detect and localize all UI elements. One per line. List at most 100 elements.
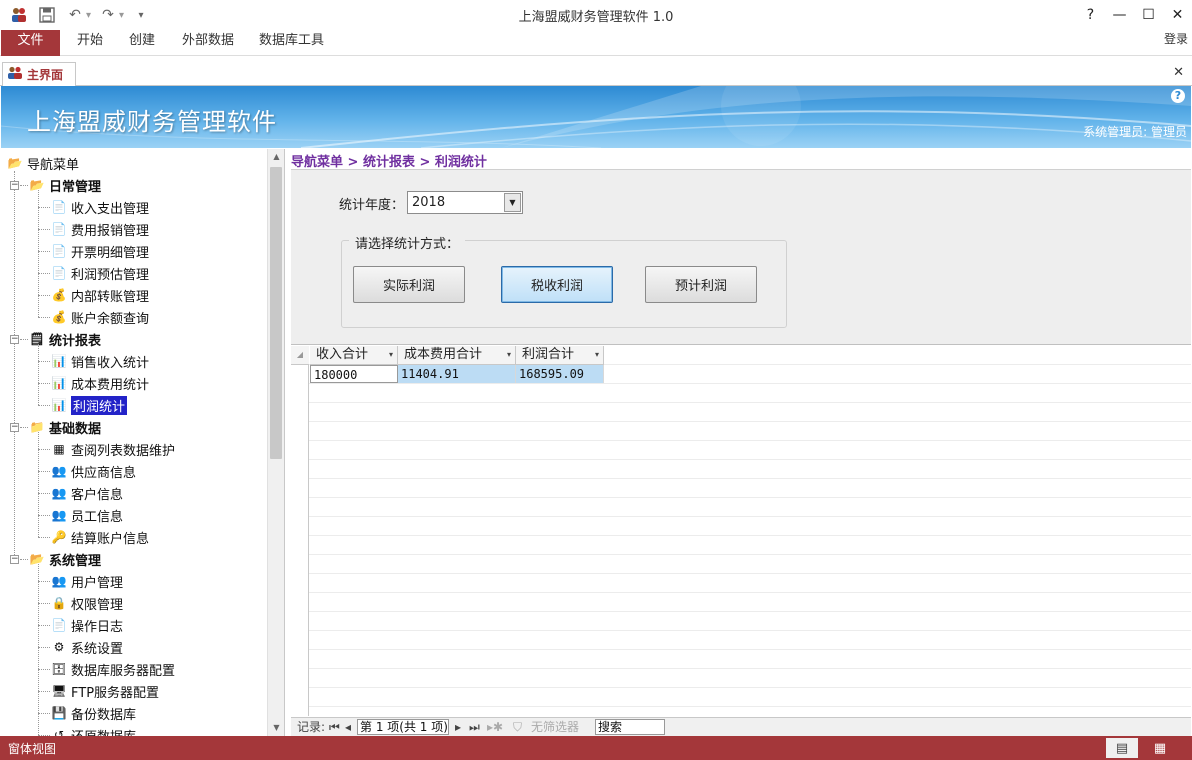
nav-item-0-2[interactable]: 📄 开票明细管理 xyxy=(51,240,150,262)
nav-item-3-2[interactable]: 📄 操作日志 xyxy=(51,614,124,636)
column-header-profit[interactable]: 利润合计 ▾ xyxy=(516,346,604,365)
login-link[interactable]: 登录 xyxy=(1164,30,1188,47)
column-header-label: 利润合计 xyxy=(522,347,575,362)
nav-group-2[interactable]: 📁 基础数据 xyxy=(29,416,102,438)
chevron-down-icon[interactable]: ▼ xyxy=(504,193,521,212)
nav-item-0-3[interactable]: 📄 利润预估管理 xyxy=(51,262,150,284)
help-button[interactable]: ? xyxy=(1076,0,1105,30)
tab-home[interactable]: 开始 xyxy=(77,30,103,56)
search-input[interactable]: 搜索 xyxy=(595,719,665,735)
redo-dropdown-icon[interactable]: ▾ xyxy=(119,10,124,21)
tab-file[interactable]: 文件 xyxy=(1,30,60,56)
nav-group-label: 基础数据 xyxy=(49,421,102,437)
sort-dropdown-icon[interactable]: ▾ xyxy=(595,346,599,364)
bar-chart-icon: 📊 xyxy=(51,398,67,412)
bar-chart-icon: 📊 xyxy=(51,376,67,390)
nav-item-3-5[interactable]: 🖥 FTP服务器配置 xyxy=(51,680,159,702)
nav-item-0-0[interactable]: 📄 收入支出管理 xyxy=(51,196,150,218)
tree-line xyxy=(38,647,50,648)
select-all-corner[interactable]: ◢ xyxy=(291,346,309,365)
nav-item-label: 数据库服务器配置 xyxy=(71,663,176,679)
redo-icon[interactable]: ↷ xyxy=(97,4,119,26)
maximize-button[interactable]: ☐ xyxy=(1134,0,1163,30)
estimated-profit-button[interactable]: 预计利润 xyxy=(645,266,757,303)
nav-item-2-4[interactable]: 🔑 结算账户信息 xyxy=(51,526,150,548)
main-content: 导航菜单 > 统计报表 > 利润统计 统计年度： 2018 ▼ 请选择统计方式：… xyxy=(289,149,1191,736)
datasheet-rows xyxy=(291,346,1191,716)
tax-profit-button[interactable]: 税收利润 xyxy=(501,266,613,303)
save-icon[interactable] xyxy=(36,4,58,26)
customize-toolbar-icon[interactable]: ▾ xyxy=(130,4,152,26)
cell-income[interactable]: 180000 xyxy=(310,365,398,383)
nav-item-1-0[interactable]: 📊 销售收入统计 xyxy=(51,350,150,372)
last-record-icon[interactable]: ⏭ xyxy=(469,719,480,735)
tree-line xyxy=(38,295,50,296)
nav-item-0-5[interactable]: 💰 账户余额查询 xyxy=(51,306,150,328)
nav-item-3-6[interactable]: 💾 备份数据库 xyxy=(51,702,137,724)
next-record-icon[interactable]: ▸ xyxy=(455,719,461,735)
nav-item-0-4[interactable]: 💰 内部转账管理 xyxy=(51,284,150,306)
help-icon[interactable]: ? xyxy=(1171,89,1185,103)
filter-status[interactable]: 无筛选器 xyxy=(531,719,579,735)
tab-external-data[interactable]: 外部数据 xyxy=(182,30,234,56)
nav-group-3[interactable]: 📂 系统管理 xyxy=(29,548,102,570)
sort-dropdown-icon[interactable]: ▾ xyxy=(507,346,511,364)
nav-item-1-1[interactable]: 📊 成本费用统计 xyxy=(51,372,150,394)
document-icon: 📄 xyxy=(51,200,67,214)
prev-record-icon[interactable]: ◂ xyxy=(345,719,351,735)
sort-dropdown-icon[interactable]: ▾ xyxy=(389,346,393,364)
collapse-icon[interactable]: − xyxy=(10,555,19,564)
nav-item-2-3[interactable]: 👥 员工信息 xyxy=(51,504,124,526)
collapse-icon[interactable]: − xyxy=(10,423,19,432)
scroll-up-icon[interactable]: ▲ xyxy=(268,149,284,165)
nav-item-3-7[interactable]: ↺ 还原数据库 xyxy=(51,724,136,736)
new-record-icon[interactable]: ▸✱ xyxy=(487,719,503,735)
year-select[interactable]: 2018 ▼ xyxy=(407,191,523,214)
collapse-icon[interactable]: − xyxy=(10,335,19,344)
nav-item-2-1[interactable]: 👥 供应商信息 xyxy=(51,460,137,482)
folder-open-icon: 📂 xyxy=(29,552,45,566)
nav-item-3-3[interactable]: ⚙ 系统设置 xyxy=(51,636,123,658)
record-selector-column[interactable]: ◢ xyxy=(291,346,309,716)
app-users-icon[interactable] xyxy=(8,4,30,26)
nav-item-0-1[interactable]: 📄 费用报销管理 xyxy=(51,218,150,240)
nav-group-label: 统计报表 xyxy=(49,333,102,349)
close-button[interactable]: ✕ xyxy=(1163,0,1192,30)
cell-profit[interactable]: 168595.09 xyxy=(516,365,604,383)
first-record-icon[interactable]: ⏮ xyxy=(329,719,340,735)
nav-root[interactable]: 📂 导航菜单 xyxy=(7,152,80,174)
nav-item-1-2[interactable]: 📊 利润统计 xyxy=(51,394,128,416)
collapse-icon[interactable]: − xyxy=(10,181,19,190)
record-navigator: 记录: ⏮ ◂ 第 1 项(共 1 项) ▸ ⏭ ▸✱ ⛉ 无筛选器 搜索 xyxy=(291,717,1191,736)
navigation-pane: 📂 导航菜单 − 📂 日常管理 📄 收入支出管理 📄 费用报销管理 📄 开票明细管理 📄 利润预估管理 💰… xyxy=(1,149,285,736)
minimize-button[interactable]: — xyxy=(1105,0,1134,30)
nav-item-2-0[interactable]: ▦ 查阅列表数据维护 xyxy=(51,438,175,460)
scroll-down-icon[interactable]: ▼ xyxy=(268,720,284,736)
tree-line xyxy=(38,383,50,384)
column-header-cost[interactable]: 成本费用合计 ▾ xyxy=(398,346,516,365)
cell-cost[interactable]: 11404.91 xyxy=(398,365,516,383)
nav-item-3-0[interactable]: 👥 用户管理 xyxy=(51,570,124,592)
scroll-thumb[interactable] xyxy=(270,167,282,459)
column-header-income[interactable]: 收入合计 ▾ xyxy=(310,346,398,365)
tab-database-tools[interactable]: 数据库工具 xyxy=(259,30,324,56)
actual-profit-button[interactable]: 实际利润 xyxy=(353,266,465,303)
nav-item-3-4[interactable]: 🗄 数据库服务器配置 xyxy=(51,658,175,680)
nav-item-2-2[interactable]: 👥 客户信息 xyxy=(51,482,124,504)
undo-dropdown-icon[interactable]: ▾ xyxy=(86,10,91,21)
nav-group-1[interactable]: 🗒 统计报表 xyxy=(29,328,101,350)
form-view-icon[interactable]: ▤ xyxy=(1106,738,1138,758)
nav-item-label: 员工信息 xyxy=(71,509,124,525)
nav-group-0[interactable]: 📂 日常管理 xyxy=(29,174,102,196)
undo-icon[interactable]: ↶ xyxy=(64,4,86,26)
layout-view-icon[interactable]: ▦ xyxy=(1144,738,1176,758)
filter-icon: ⛉ xyxy=(513,720,523,734)
doc-close-icon[interactable]: ✕ xyxy=(1173,65,1184,80)
nav-item-label: 销售收入统计 xyxy=(71,355,150,371)
tab-create[interactable]: 创建 xyxy=(129,30,155,56)
nav-scrollbar[interactable]: ▲ ▼ xyxy=(267,149,284,736)
nav-item-label: 操作日志 xyxy=(71,619,124,635)
nav-item-3-1[interactable]: 🔒 权限管理 xyxy=(51,592,124,614)
doc-tab-main[interactable]: 主界面 xyxy=(2,62,76,86)
record-position[interactable]: 第 1 项(共 1 项) xyxy=(357,719,449,735)
